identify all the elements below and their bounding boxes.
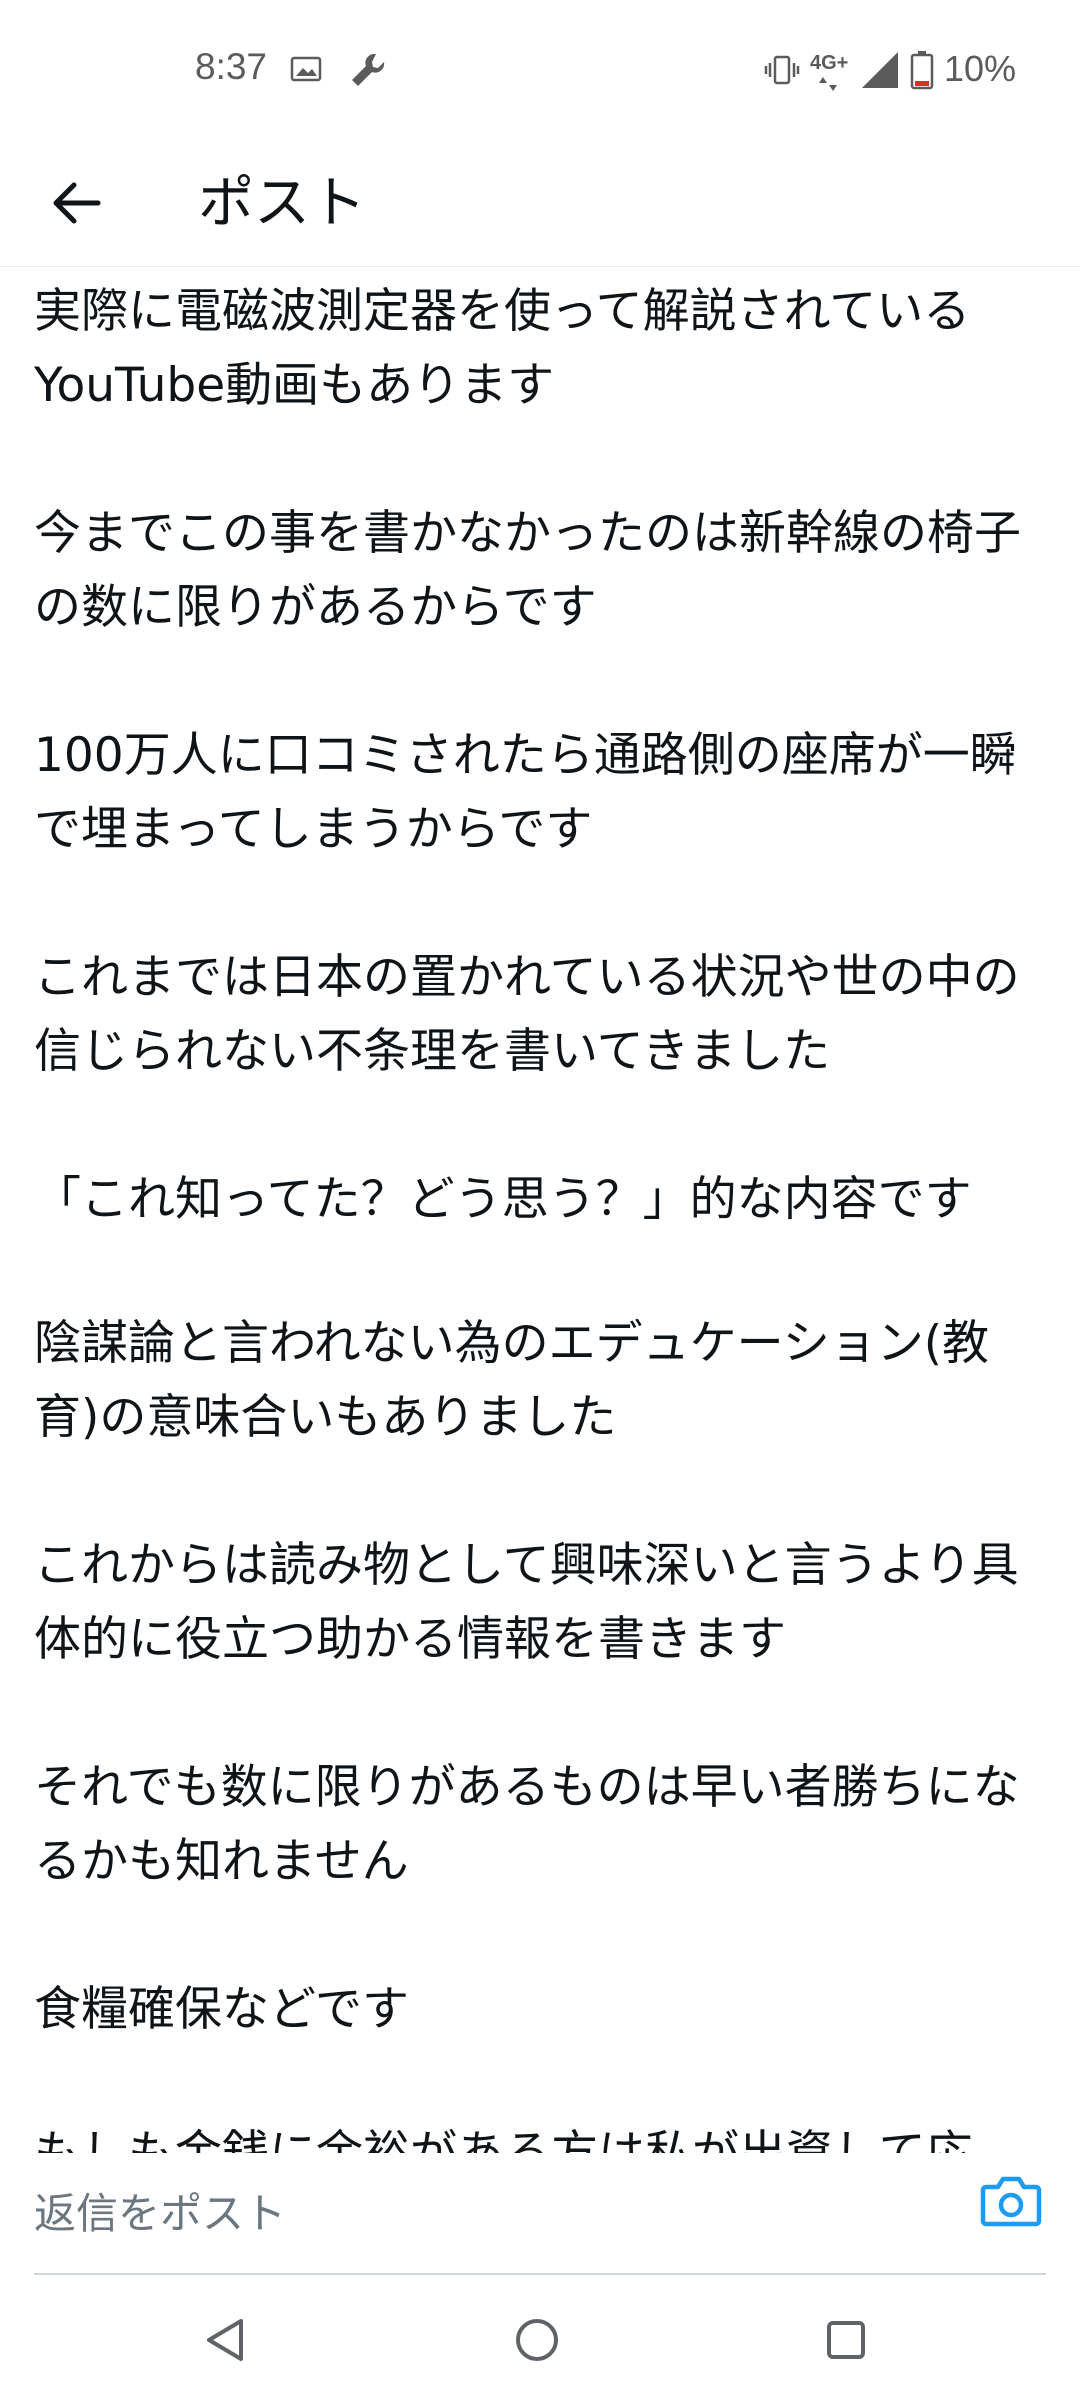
arrow-left-icon — [53, 182, 101, 224]
camera-icon — [980, 2176, 1042, 2227]
post-paragraph: 100万人に口コミされたら通路側の座席が一瞬で埋まってしまうからです — [34, 728, 1017, 857]
post-paragraph: 実際に電磁波測定器を使って解説されているYouTube動画もあります — [34, 284, 971, 413]
camera-button[interactable] — [980, 2173, 1050, 2243]
nav-recents-button[interactable] — [811, 2305, 881, 2375]
gallery-icon — [290, 56, 322, 86]
back-button[interactable] — [36, 168, 116, 238]
post-body: 実際に電磁波測定器を使って解説されているYouTube動画もあります 今までこの… — [0, 267, 1080, 2153]
wrench-icon — [348, 50, 388, 94]
post-paragraph: 「これ知ってた？どう思う？」的な内容です — [34, 1172, 972, 1227]
post-paragraph: 陰謀論と言われない為のエデュケーション(教育)の意味合いもありました — [34, 1316, 990, 1445]
top-app-bar: ポスト — [0, 140, 1080, 267]
status-time: 8:37 — [195, 46, 268, 87]
reply-input[interactable] — [34, 2171, 934, 2255]
post-paragraph: これからは読み物として興味深いと言うより具体的に役立つ助かる情報を書きます — [34, 1538, 1019, 1667]
battery-low-icon — [910, 50, 934, 94]
battery-percentage: 10% — [944, 48, 1017, 89]
post-paragraph: それでも数に限りがあるものは早い者勝ちになるかも知れません — [34, 1760, 1020, 1889]
back-triangle-icon — [207, 2319, 243, 2361]
post-paragraph: 食糧確保などです — [34, 1982, 410, 2037]
post-paragraph: 今までこの事を書かなかったのは新幹線の椅子の数に限りがあるからです — [34, 506, 1021, 635]
page-title: ポスト — [198, 171, 366, 236]
home-circle-icon — [516, 2319, 558, 2361]
post-paragraph: これまでは日本の置かれている状況や世の中の信じられない不条理を書いてきました — [34, 950, 1020, 1079]
status-bar: 8:37 4G+ 10% — [0, 0, 1080, 140]
post-paragraph: もしも金銭に余裕がある方は私が出資して応 — [34, 2117, 1054, 2153]
recents-square-icon — [827, 2321, 865, 2359]
reply-bar — [0, 2153, 1080, 2273]
signal-icon — [860, 50, 900, 94]
nav-back-button[interactable] — [190, 2305, 260, 2375]
system-navigation-bar — [0, 2275, 1080, 2400]
network-arrows-icon — [818, 76, 838, 95]
network-type: 4G+ — [810, 52, 849, 74]
nav-home-button[interactable] — [502, 2305, 572, 2375]
vibrate-icon — [764, 54, 800, 90]
